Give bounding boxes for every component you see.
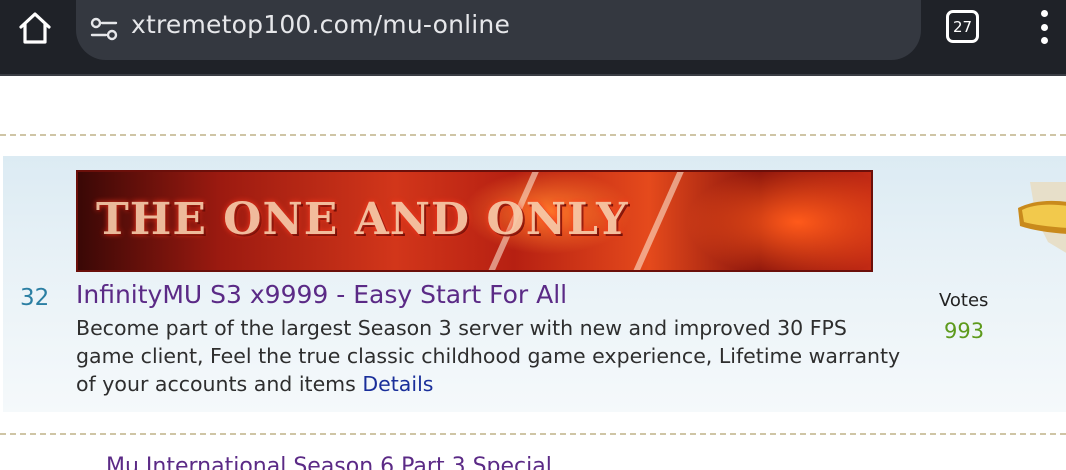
server-banner[interactable]: THE ONE AND ONLY (76, 170, 873, 272)
site-info-icon[interactable] (88, 14, 120, 44)
browser-toolbar: xtremetop100.com/mu-online 27 (0, 0, 1066, 76)
menu-dot (1040, 37, 1048, 44)
side-banner-logo[interactable] (1008, 182, 1066, 254)
votes-label: Votes (939, 290, 989, 311)
description-text: Become part of the largest Season 3 serv… (76, 316, 901, 396)
home-icon[interactable] (14, 8, 56, 48)
votes-count: 993 (944, 319, 985, 343)
tabs-icon[interactable]: 27 (946, 10, 979, 43)
tab-count: 27 (952, 17, 973, 36)
server-rank: 32 (20, 285, 50, 311)
server-title-link[interactable]: InfinityMU S3 x9999 - Easy Start For All (76, 280, 567, 309)
divider (0, 433, 1066, 435)
divider (0, 134, 1066, 136)
details-link[interactable]: Details (362, 372, 433, 396)
url-text[interactable]: xtremetop100.com/mu-online (131, 10, 510, 39)
address-bar[interactable]: xtremetop100.com/mu-online (76, 0, 921, 60)
menu-dot (1040, 23, 1048, 31)
menu-icon[interactable] (1032, 10, 1056, 44)
server-description: Become part of the largest Season 3 serv… (76, 314, 906, 398)
menu-dot (1040, 10, 1048, 17)
banner-text: THE ONE AND ONLY (96, 194, 629, 245)
next-server-title-link[interactable]: Mu International Season 6 Part 3 Special (106, 454, 552, 470)
